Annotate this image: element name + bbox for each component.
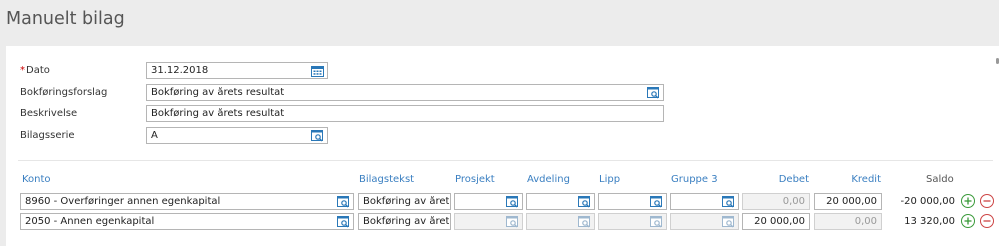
lookup-icon[interactable] xyxy=(337,196,350,208)
header-saldo: Saldo xyxy=(926,174,954,185)
prosjekt-field[interactable] xyxy=(454,193,523,210)
dato-label: *Dato xyxy=(20,65,50,76)
saldo-value: 13 320,00 xyxy=(904,216,955,227)
header-gruppe3[interactable]: Gruppe 3 xyxy=(671,174,718,185)
remove-row-button[interactable] xyxy=(980,194,994,208)
lipp-field[interactable] xyxy=(598,193,667,210)
section-divider xyxy=(18,160,993,161)
prosjekt-field[interactable] xyxy=(454,213,523,230)
lookup-icon[interactable] xyxy=(337,216,350,228)
lookup-icon[interactable] xyxy=(647,87,660,99)
plus-circle-icon xyxy=(964,217,972,225)
avdeling-field[interactable] xyxy=(526,193,595,210)
minus-circle-icon xyxy=(983,220,991,222)
lookup-icon[interactable] xyxy=(578,216,591,228)
saldo-value: -20 000,00 xyxy=(900,196,955,207)
bokforingsforslag-field[interactable]: Bokføring av årets resultat xyxy=(146,84,664,101)
add-row-button[interactable] xyxy=(961,214,975,228)
beskrivelse-field[interactable]: Bokføring av årets resultat xyxy=(146,105,664,122)
lookup-icon[interactable] xyxy=(650,216,663,228)
header-lipp[interactable]: Lipp xyxy=(599,174,620,185)
lookup-icon[interactable] xyxy=(578,196,591,208)
dato-field[interactable]: 31.12.2018 xyxy=(146,62,328,79)
lookup-icon[interactable] xyxy=(311,130,324,142)
debet-field[interactable]: 20 000,00 xyxy=(742,213,810,230)
debet-field[interactable]: 0,00 xyxy=(742,193,810,210)
lookup-icon[interactable] xyxy=(506,196,519,208)
bilagstekst-field[interactable]: Bokføring av årets r xyxy=(358,213,451,230)
bilagstekst-field[interactable]: Bokføring av årets r xyxy=(358,193,451,210)
required-mark: * xyxy=(20,65,25,76)
kredit-field[interactable]: 0,00 xyxy=(814,213,882,230)
lookup-icon[interactable] xyxy=(650,196,663,208)
header-kredit[interactable]: Kredit xyxy=(813,174,881,185)
beskrivelse-label: Beskrivelse xyxy=(20,108,78,119)
minus-circle-icon xyxy=(983,200,991,202)
calendar-icon[interactable] xyxy=(311,65,324,77)
lookup-icon[interactable] xyxy=(506,216,519,228)
gruppe3-field[interactable] xyxy=(670,193,739,210)
header-prosjekt[interactable]: Prosjekt xyxy=(455,174,495,185)
header-konto[interactable]: Konto xyxy=(22,174,51,185)
plus-circle-icon xyxy=(964,197,972,205)
bilagsserie-label: Bilagsserie xyxy=(20,130,75,141)
lipp-field[interactable] xyxy=(598,213,667,230)
bilagsserie-field[interactable]: A xyxy=(146,127,328,144)
page-title: Manuelt bilag xyxy=(6,9,125,29)
konto-field[interactable]: 8960 - Overføringer annen egenkapital xyxy=(20,193,354,210)
gruppe3-field[interactable] xyxy=(670,213,739,230)
avdeling-field[interactable] xyxy=(526,213,595,230)
konto-field[interactable]: 2050 - Annen egenkapital xyxy=(20,213,354,230)
kredit-field[interactable]: 20 000,00 xyxy=(814,193,882,210)
remove-row-button[interactable] xyxy=(980,214,994,228)
bokforingsforslag-label: Bokføringsforslag xyxy=(20,87,108,98)
lookup-icon[interactable] xyxy=(722,216,735,228)
header-bilagstekst[interactable]: Bilagstekst xyxy=(359,174,414,185)
header-debet[interactable]: Debet xyxy=(741,174,809,185)
add-row-button[interactable] xyxy=(961,194,975,208)
lookup-icon[interactable] xyxy=(722,196,735,208)
header-avdeling[interactable]: Avdeling xyxy=(527,174,570,185)
